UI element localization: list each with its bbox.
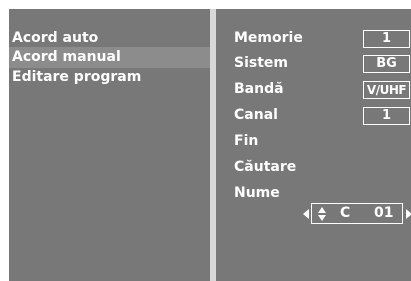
- banda-value[interactable]: V/UHF: [363, 81, 410, 99]
- manual-tuning-panel: Memorie 1 Sistem BG Bandă V/UHF Canal 1 …: [216, 9, 411, 281]
- nume-label: Nume: [234, 185, 280, 201]
- cautare-label[interactable]: Căutare: [234, 157, 334, 178]
- menu-item-acord-manual[interactable]: Acord manual: [9, 47, 210, 68]
- memorie-value[interactable]: 1: [363, 30, 410, 48]
- tuning-menu-panel: Acord auto Acord manual Editare program: [9, 9, 210, 281]
- nume-number: 01: [374, 205, 394, 221]
- canal-label: Canal: [234, 107, 278, 123]
- left-arrow-icon[interactable]: [303, 209, 309, 219]
- sistem-label: Sistem: [234, 55, 288, 71]
- nume-letter: C: [340, 205, 351, 221]
- banda-label: Bandă: [234, 81, 284, 97]
- tv-osd-screen: Acord auto Acord manual Editare program …: [0, 0, 411, 281]
- sistem-value[interactable]: BG: [363, 55, 410, 73]
- right-arrow-icon[interactable]: [406, 209, 411, 219]
- nume-editor[interactable]: C 01: [311, 203, 403, 224]
- fin-label[interactable]: Fin: [234, 131, 334, 152]
- menu-item-editare-program[interactable]: Editare program: [9, 67, 210, 88]
- memorie-label: Memorie: [234, 30, 303, 46]
- up-down-arrows-icon[interactable]: [318, 207, 327, 221]
- menu-item-acord-auto[interactable]: Acord auto: [9, 28, 210, 49]
- canal-value[interactable]: 1: [363, 107, 410, 125]
